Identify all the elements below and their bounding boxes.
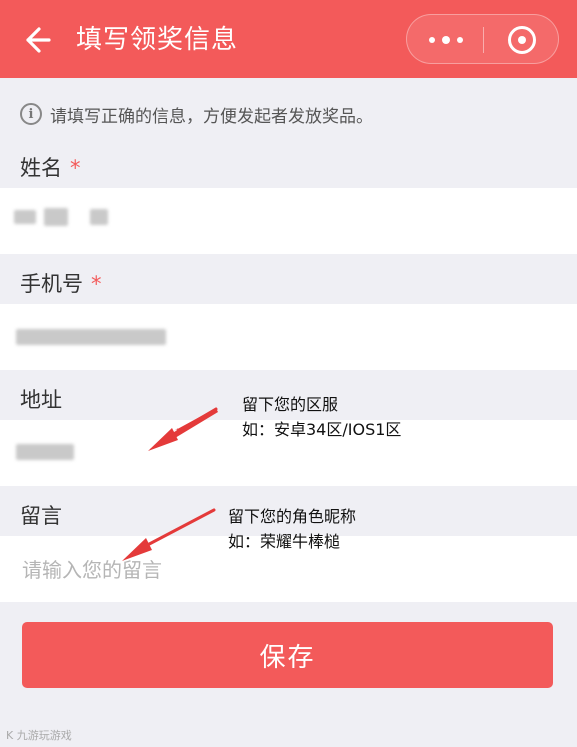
address-label-text: 地址 bbox=[20, 388, 62, 412]
menu-dot-icon bbox=[457, 37, 463, 43]
back-button[interactable] bbox=[18, 22, 54, 58]
required-mark: * bbox=[91, 272, 102, 296]
address-annotation-line1: 留下您的区服 bbox=[242, 395, 339, 414]
redacted-text bbox=[14, 210, 36, 224]
page-title: 填写领奖信息 bbox=[76, 25, 239, 55]
watermark: K 九游玩游戏 bbox=[6, 729, 72, 742]
redacted-text bbox=[16, 329, 166, 345]
info-icon: i bbox=[20, 103, 42, 125]
more-menu-button[interactable] bbox=[429, 33, 463, 47]
target-icon bbox=[518, 36, 526, 44]
name-input[interactable] bbox=[0, 188, 577, 254]
redacted-text bbox=[90, 209, 108, 225]
phone-input[interactable] bbox=[0, 304, 577, 370]
info-tip-text: 请填写正确的信息，方便发起者发放奖品。 bbox=[50, 106, 373, 127]
phone-label-text: 手机号 bbox=[20, 272, 83, 296]
message-placeholder: 请输入您的留言 bbox=[22, 558, 162, 582]
message-label-text: 留言 bbox=[20, 504, 62, 528]
phone-label: 手机号 * bbox=[20, 268, 102, 298]
address-annotation: 留下您的区服 如：安卓34区/IOS1区 bbox=[242, 392, 401, 442]
message-label: 留言 bbox=[20, 500, 62, 530]
redacted-text bbox=[16, 444, 74, 460]
address-annotation-line2: 如：安卓34区/IOS1区 bbox=[242, 420, 402, 439]
redacted-text bbox=[44, 208, 68, 226]
name-label-text: 姓名 bbox=[20, 156, 62, 180]
mini-program-capsule bbox=[406, 14, 559, 64]
save-button[interactable]: 保存 bbox=[22, 622, 553, 688]
message-annotation: 留下您的角色昵称 如：荣耀牛棒槌 bbox=[228, 504, 356, 554]
required-mark: * bbox=[70, 156, 81, 180]
menu-dot-icon bbox=[442, 36, 450, 44]
menu-dot-icon bbox=[429, 37, 435, 43]
navigation-bar: 填写领奖信息 bbox=[0, 0, 577, 78]
address-label: 地址 bbox=[20, 384, 62, 414]
back-arrow-icon bbox=[26, 27, 51, 53]
name-label: 姓名 * bbox=[20, 152, 81, 182]
message-annotation-line2: 如：荣耀牛棒槌 bbox=[228, 532, 341, 551]
message-annotation-line1: 留下您的角色昵称 bbox=[228, 507, 357, 526]
info-tip: i 请填写正确的信息，方便发起者发放奖品。 bbox=[20, 100, 373, 128]
capsule-divider bbox=[483, 27, 484, 53]
close-mini-program-button[interactable] bbox=[508, 26, 536, 54]
